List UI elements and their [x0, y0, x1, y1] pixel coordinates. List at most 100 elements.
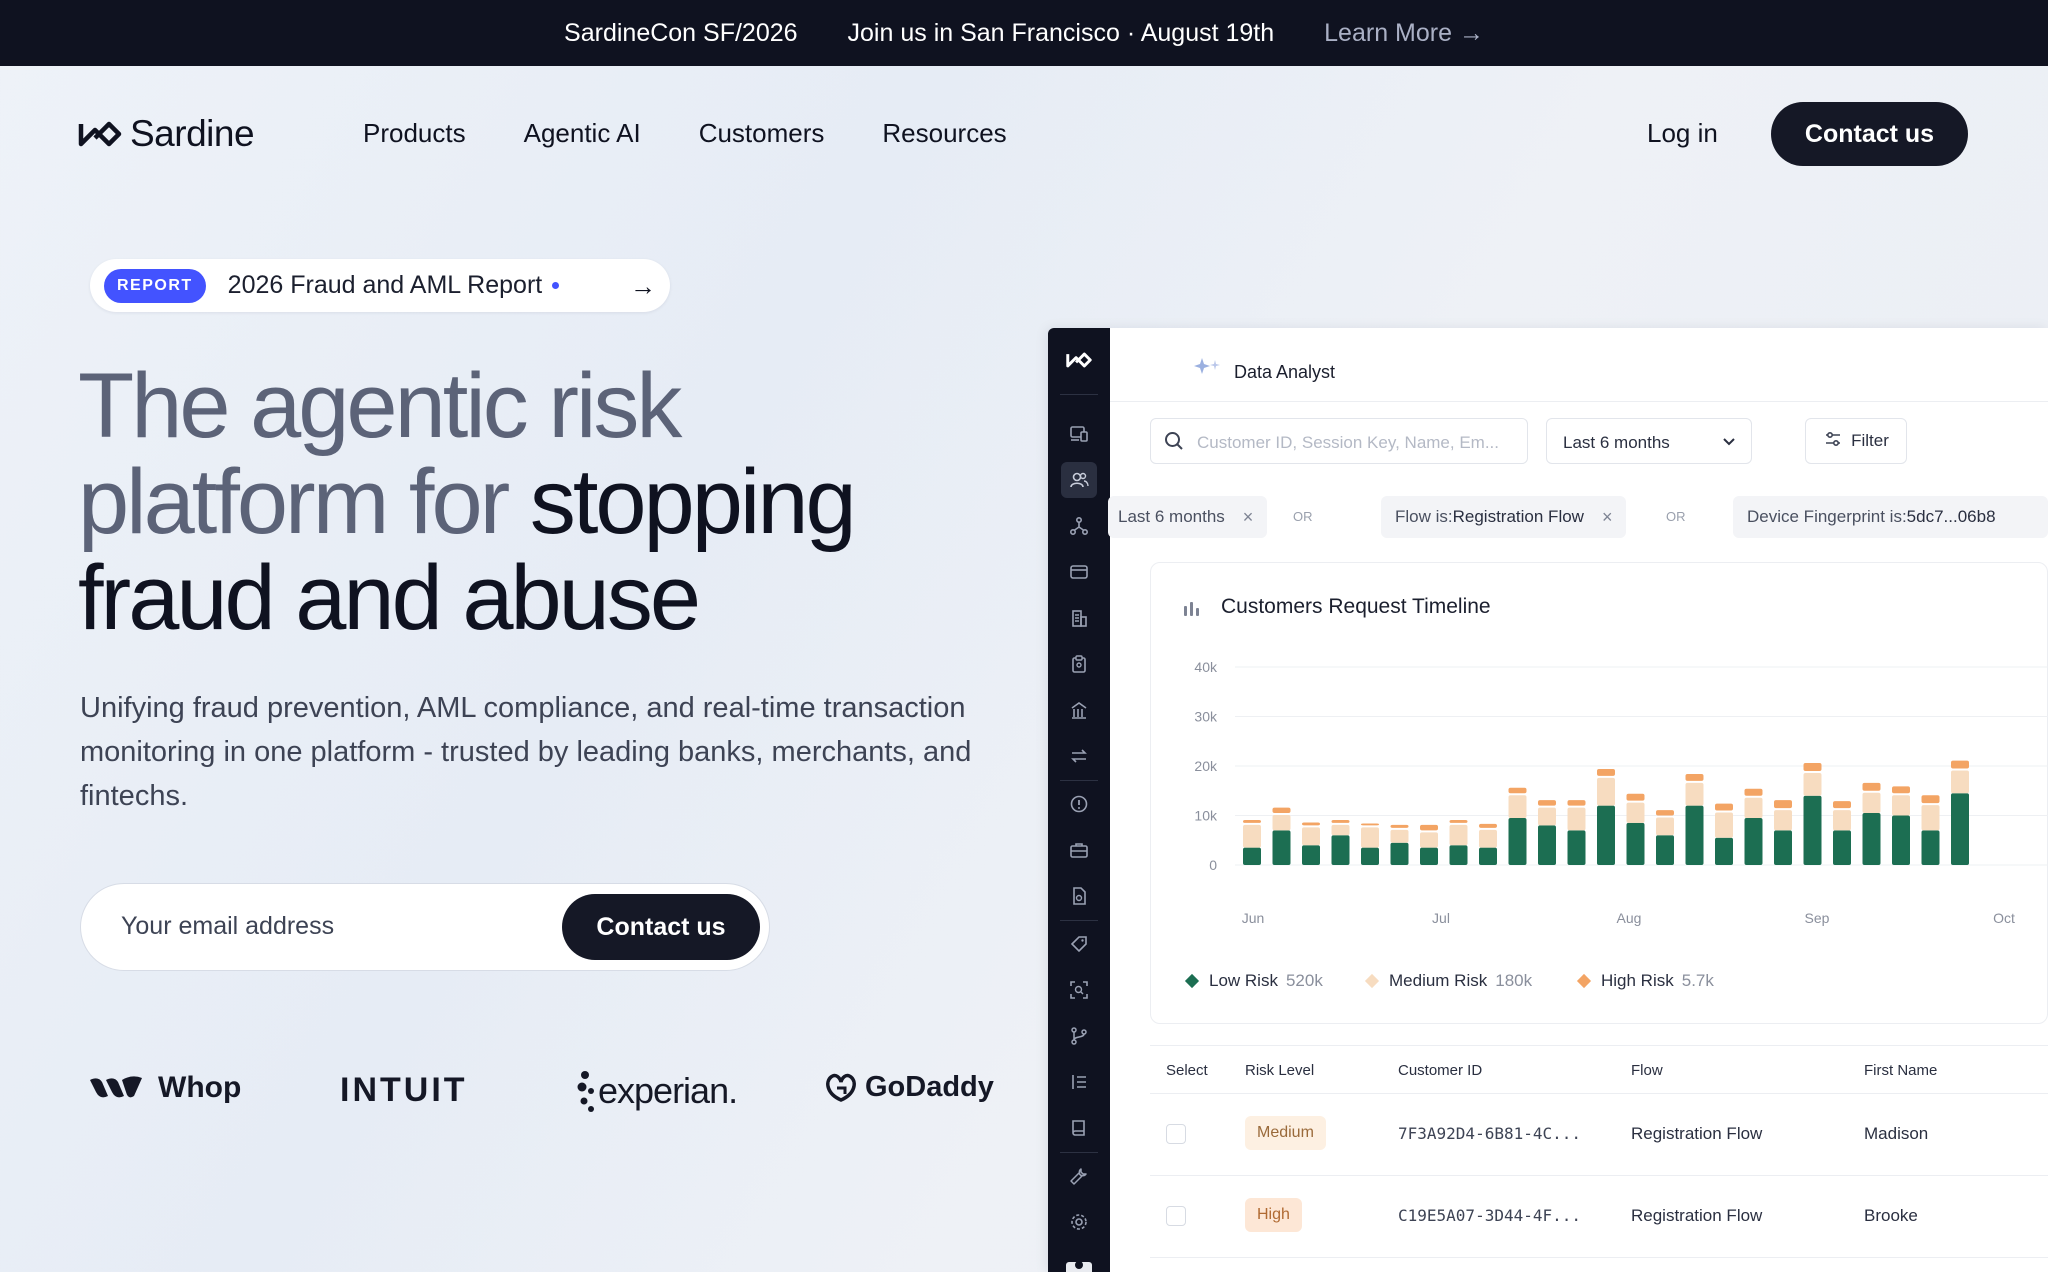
- scan-search-icon[interactable]: [1061, 972, 1097, 1008]
- bar-high-risk[interactable]: [1538, 800, 1556, 806]
- bar-medium-risk[interactable]: [1715, 812, 1733, 838]
- bar-high-risk[interactable]: [1597, 768, 1615, 776]
- avatar[interactable]: [1061, 1248, 1097, 1272]
- bar-low-risk[interactable]: [1449, 845, 1468, 865]
- bar-low-risk[interactable]: [1538, 825, 1556, 865]
- bar-high-risk[interactable]: [1921, 795, 1940, 804]
- bar-medium-risk[interactable]: [1479, 829, 1497, 848]
- clipboard-icon[interactable]: [1061, 646, 1097, 682]
- bar-low-risk[interactable]: [1803, 795, 1822, 865]
- bar-low-risk[interactable]: [1567, 830, 1586, 865]
- sardine-mark-icon[interactable]: [1061, 342, 1097, 378]
- document-search-icon[interactable]: [1061, 878, 1097, 914]
- close-icon[interactable]: ×: [1243, 507, 1254, 528]
- bar-low-risk[interactable]: [1685, 805, 1704, 865]
- learn-more-link[interactable]: Learn More →: [1324, 19, 1484, 48]
- bar-medium-risk[interactable]: [1449, 824, 1468, 846]
- users-icon[interactable]: [1061, 462, 1097, 498]
- bar-medium-risk[interactable]: [1272, 815, 1291, 831]
- bar-medium-risk[interactable]: [1361, 827, 1379, 848]
- tag-icon[interactable]: [1061, 926, 1097, 962]
- bar-high-risk[interactable]: [1951, 760, 1969, 769]
- transfer-icon[interactable]: [1061, 738, 1097, 774]
- filter-chip-device[interactable]: Device Fingerprint is: 5dc7...06b8: [1733, 496, 2048, 538]
- legend-low-risk[interactable]: Low Risk 520k: [1184, 971, 1323, 991]
- col-first-name[interactable]: First Name: [1864, 1062, 1937, 1079]
- bar-low-risk[interactable]: [1862, 813, 1881, 865]
- bar-medium-risk[interactable]: [1744, 797, 1763, 818]
- bar-low-risk[interactable]: [1361, 847, 1379, 865]
- filter-chip-range[interactable]: Last 6 months ×: [1108, 496, 1268, 538]
- bar-high-risk[interactable]: [1892, 786, 1910, 794]
- bar-high-risk[interactable]: [1272, 807, 1291, 814]
- filter-button[interactable]: Filter: [1805, 418, 1907, 464]
- bar-low-risk[interactable]: [1656, 835, 1674, 865]
- bar-medium-risk[interactable]: [1774, 810, 1792, 831]
- bar-medium-risk[interactable]: [1951, 770, 1969, 794]
- bar-medium-risk[interactable]: [1862, 792, 1881, 814]
- bar-medium-risk[interactable]: [1803, 772, 1822, 796]
- git-branch-icon[interactable]: [1061, 1018, 1097, 1054]
- nav-item-products[interactable]: Products: [363, 118, 466, 149]
- bar-medium-risk[interactable]: [1390, 829, 1409, 843]
- bar-low-risk[interactable]: [1331, 835, 1350, 865]
- bar-high-risk[interactable]: [1626, 793, 1645, 801]
- bar-medium-risk[interactable]: [1538, 807, 1556, 826]
- bar-high-risk[interactable]: [1243, 819, 1261, 823]
- row-checkbox[interactable]: [1166, 1124, 1186, 1144]
- book-icon[interactable]: [1061, 1110, 1097, 1146]
- email-input[interactable]: Your email address: [121, 912, 334, 941]
- bank-icon[interactable]: [1061, 692, 1097, 728]
- bar-medium-risk[interactable]: [1921, 805, 1940, 831]
- bar-medium-risk[interactable]: [1892, 795, 1910, 816]
- bar-low-risk[interactable]: [1272, 830, 1291, 865]
- bar-low-risk[interactable]: [1892, 815, 1910, 866]
- bar-medium-risk[interactable]: [1420, 832, 1438, 848]
- bar-low-risk[interactable]: [1390, 842, 1409, 865]
- bar-medium-risk[interactable]: [1833, 810, 1851, 831]
- report-banner[interactable]: REPORT 2026 Fraud and AML Report →: [90, 259, 670, 312]
- bar-low-risk[interactable]: [1302, 845, 1320, 865]
- col-select[interactable]: Select: [1166, 1062, 1208, 1079]
- nav-item-customers[interactable]: Customers: [699, 118, 825, 149]
- bar-low-risk[interactable]: [1479, 847, 1497, 865]
- bar-high-risk[interactable]: [1331, 819, 1350, 823]
- bar-high-risk[interactable]: [1508, 787, 1527, 794]
- bar-medium-risk[interactable]: [1626, 802, 1645, 823]
- bar-high-risk[interactable]: [1420, 824, 1438, 831]
- bar-medium-risk[interactable]: [1656, 817, 1674, 836]
- nav-item-resources[interactable]: Resources: [882, 118, 1006, 149]
- card-icon[interactable]: [1061, 554, 1097, 590]
- bar-high-risk[interactable]: [1390, 824, 1409, 828]
- bar-high-risk[interactable]: [1685, 773, 1704, 781]
- col-risk-level[interactable]: Risk Level: [1245, 1062, 1314, 1079]
- bar-low-risk[interactable]: [1243, 847, 1261, 865]
- hero-contact-button[interactable]: Contact us: [562, 894, 760, 960]
- bar-high-risk[interactable]: [1715, 803, 1733, 811]
- bar-medium-risk[interactable]: [1302, 827, 1320, 846]
- col-customer-id[interactable]: Customer ID: [1398, 1062, 1482, 1079]
- customer-search-input[interactable]: Customer ID, Session Key, Name, Em...: [1150, 418, 1528, 464]
- bar-high-risk[interactable]: [1803, 763, 1822, 771]
- alert-icon[interactable]: [1061, 786, 1097, 822]
- bar-low-risk[interactable]: [1508, 817, 1527, 865]
- bar-low-risk[interactable]: [1715, 837, 1733, 865]
- bar-high-risk[interactable]: [1567, 800, 1586, 806]
- legend-medium-risk[interactable]: Medium Risk 180k: [1364, 971, 1532, 991]
- login-link[interactable]: Log in: [1647, 118, 1718, 149]
- bar-high-risk[interactable]: [1449, 819, 1468, 823]
- devices-icon[interactable]: [1061, 416, 1097, 452]
- bar-low-risk[interactable]: [1626, 822, 1645, 865]
- list-tree-icon[interactable]: [1061, 1064, 1097, 1100]
- table-row[interactable]: Medium 7F3A92D4-6B81-4C... Registration …: [1150, 1094, 2048, 1176]
- bar-low-risk[interactable]: [1744, 817, 1763, 865]
- bar-high-risk[interactable]: [1774, 800, 1792, 809]
- bar-medium-risk[interactable]: [1243, 824, 1261, 848]
- bar-high-risk[interactable]: [1862, 782, 1881, 791]
- bar-medium-risk[interactable]: [1508, 795, 1527, 818]
- wrench-icon[interactable]: [1061, 1158, 1097, 1194]
- bar-high-risk[interactable]: [1302, 822, 1320, 826]
- bar-high-risk[interactable]: [1479, 823, 1497, 828]
- nav-item-agentic-ai[interactable]: Agentic AI: [524, 118, 641, 149]
- bar-medium-risk[interactable]: [1597, 777, 1615, 806]
